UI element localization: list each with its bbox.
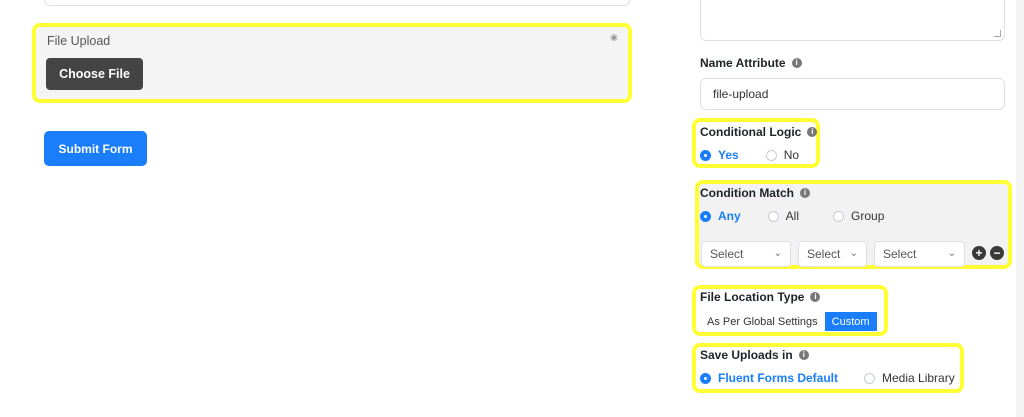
info-icon[interactable]: i [791,58,802,68]
radio-label: Media Library [882,371,955,385]
conditional-logic-label: Conditional Logic [700,125,802,139]
radio-dot [767,210,779,222]
condition-match-all-radio[interactable]: All [767,209,800,223]
field-settings-icon[interactable]: ◉ [610,32,620,42]
submit-form-button[interactable]: Submit Form [44,131,147,166]
info-icon[interactable]: i [810,292,821,302]
previous-field-input[interactable] [44,0,630,6]
radio-label: All [785,209,800,223]
file-upload-field[interactable]: File Upload ◉ Choose File [32,23,632,103]
radio-dot [765,149,777,161]
fluent-forms-default-radio[interactable]: Fluent Forms Default [700,371,838,385]
file-location-type-title: File Location Type i [700,290,821,304]
condition-match-group-radio[interactable]: Group [833,209,884,223]
conditional-logic-options: Yes No [700,148,799,162]
radio-dot [864,372,876,384]
save-uploads-title: Save Uploads in i [700,348,809,362]
file-upload-label: File Upload [47,34,111,48]
file-location-type-toggle: As Per Global Settings Custom [700,312,877,331]
plus-circle-icon[interactable]: + [972,246,986,260]
chevron-down-icon: ⌄ [849,248,858,259]
name-attribute-label: Name Attribute [700,56,786,70]
condition-operator-select[interactable]: Select ⌄ [798,241,867,267]
global-settings-option[interactable]: As Per Global Settings [700,312,825,331]
condition-match-title: Condition Match i [700,186,810,200]
chevron-down-icon: ⌄ [947,248,956,259]
conditional-logic-no-radio[interactable]: No [765,148,800,162]
radio-dot [700,210,711,222]
minus-circle-icon[interactable]: − [990,246,1004,260]
info-icon[interactable]: i [799,188,810,198]
file-location-type-label: File Location Type [700,290,805,304]
radio-label: Fluent Forms Default [718,371,839,385]
select-value: Select [710,247,744,261]
condition-match-any-radio[interactable]: Any [700,209,741,223]
media-library-radio[interactable]: Media Library [864,371,955,385]
name-attribute-input[interactable]: file-upload [700,78,1005,110]
radio-dot [700,149,711,161]
radio-label: No [783,148,800,162]
conditional-logic-title: Conditional Logic i [700,125,818,139]
name-attribute-value: file-upload [713,87,769,101]
help-text-textarea[interactable] [700,0,1005,41]
select-value: Select [807,247,841,261]
custom-option[interactable]: Custom [824,312,877,331]
save-uploads-label: Save Uploads in [700,348,793,362]
radio-dot [833,210,845,222]
name-attribute-title: Name Attribute i [700,56,802,70]
condition-value-select[interactable]: Select ⌄ [874,241,965,267]
conditional-logic-yes-radio[interactable]: Yes [700,148,739,162]
condition-match-label: Condition Match [700,186,794,200]
info-icon[interactable]: i [798,350,809,360]
condition-match-options: Any All Group [700,209,884,223]
radio-label: Yes [718,148,739,162]
radio-label: Group [851,209,885,223]
radio-dot [700,372,711,384]
chevron-down-icon: ⌄ [773,248,782,259]
radio-label: Any [718,209,741,223]
info-icon[interactable]: i [807,127,818,137]
select-value: Select [883,247,917,261]
resize-handle-icon[interactable] [994,30,1001,37]
save-uploads-options: Fluent Forms Default Media Library [700,371,955,385]
choose-file-button[interactable]: Choose File [46,58,143,90]
condition-field-select[interactable]: Select ⌄ [701,241,791,267]
